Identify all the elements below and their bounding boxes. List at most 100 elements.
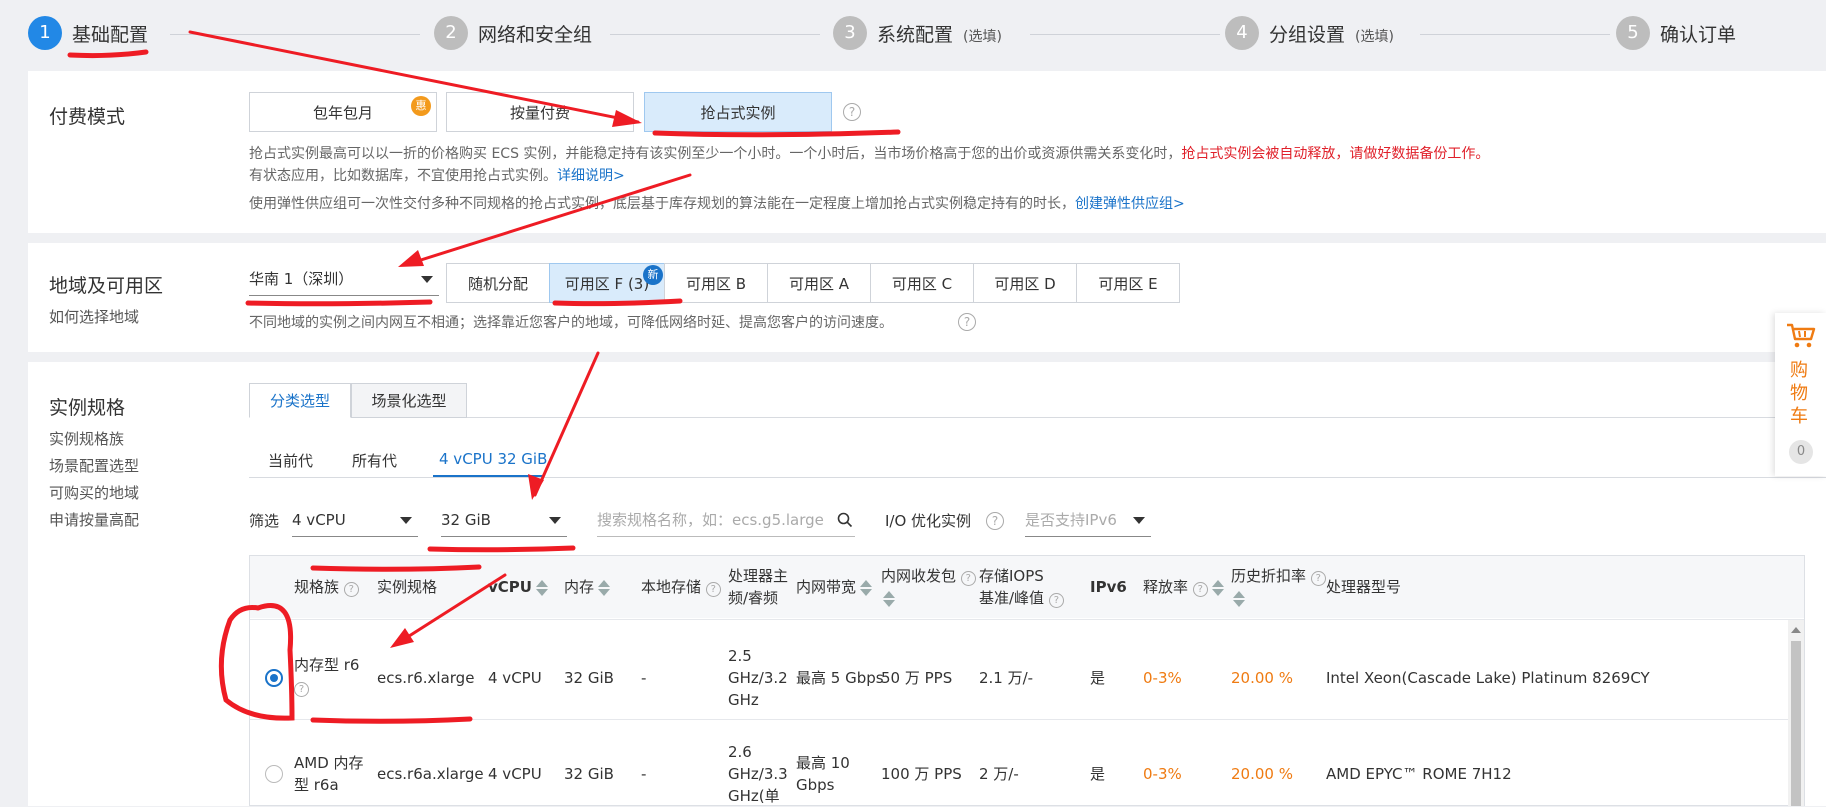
tab-category[interactable]: 分类选型: [249, 383, 351, 418]
ipv6-select[interactable]: 是否支持IPv6: [1025, 503, 1151, 537]
zone-b[interactable]: 可用区 B: [664, 263, 768, 303]
spec-link-quota[interactable]: 申请按量高配: [49, 509, 139, 530]
help-icon[interactable]: ?: [294, 682, 309, 697]
detail-link[interactable]: 详细说明>: [557, 168, 625, 184]
col-vcpu[interactable]: vCPU: [488, 576, 548, 598]
billing-desc-line3: 使用弹性供应组可一次性交付多种不同规格的抢占式实例，底层基于库存规划的算法能在一…: [249, 196, 1185, 212]
gen-tab-all[interactable]: 所有代: [352, 450, 397, 471]
tab-scene[interactable]: 场景化选型: [351, 383, 467, 418]
row-radio-r6a[interactable]: [265, 765, 283, 783]
zone-a[interactable]: 可用区 A: [767, 263, 871, 303]
zone-c[interactable]: 可用区 C: [870, 263, 974, 303]
col-pps[interactable]: 内网收发包 ?: [881, 565, 976, 609]
step-5-label[interactable]: 确认订单: [1660, 20, 1736, 47]
table-row-2-pps: 100 万 PPS: [881, 765, 962, 783]
step-3-circle[interactable]: 3: [833, 16, 867, 50]
help-icon[interactable]: ?: [343, 582, 359, 597]
billing-option-payg[interactable]: 按量付费: [446, 92, 634, 132]
create-supply-group-link[interactable]: 创建弹性供应组>: [1075, 196, 1185, 212]
sort-icon[interactable]: [598, 579, 611, 596]
spec-link-regions[interactable]: 可购买的地域: [49, 482, 139, 503]
io-optimized-label: I/O 优化实例: [885, 512, 972, 530]
col-bandwidth[interactable]: 内网带宽: [796, 576, 873, 598]
spec-card: 实例规格 实例规格族 场景配置选型 可购买的地域 申请按量高配 分类选型 场景化…: [28, 362, 1826, 806]
help-icon[interactable]: ?: [986, 512, 1004, 530]
help-icon[interactable]: ?: [1310, 571, 1326, 586]
help-icon[interactable]: ?: [1048, 593, 1064, 608]
region-desc: 不同地域的实例之间内网互不相通；选择靠近您客户的地域，可降低网络时延、提高您客户…: [249, 315, 893, 331]
col-ipv6[interactable]: IPv6: [1090, 576, 1127, 598]
sort-icon[interactable]: [1211, 579, 1224, 596]
step-2-circle[interactable]: 2: [434, 16, 468, 50]
step-divider: [170, 34, 420, 35]
table-row-1-local: -: [641, 669, 647, 687]
spec-link-family[interactable]: 实例规格族: [49, 428, 124, 449]
table-row-1-freq: 2.5 GHz/3.2 GHz: [728, 647, 788, 709]
scroll-up-icon[interactable]: [1791, 627, 1801, 633]
help-icon[interactable]: ?: [843, 103, 861, 121]
step-2-label[interactable]: 网络和安全组: [478, 20, 592, 47]
step-divider: [1030, 34, 1220, 35]
tab-border: [249, 417, 1826, 418]
billing-option-preemptible[interactable]: 抢占式实例: [644, 92, 832, 132]
cart-label-2: 物: [1790, 383, 1808, 404]
sort-icon[interactable]: [535, 579, 548, 596]
vcpu-select[interactable]: 4 vCPU: [292, 503, 418, 537]
scrollbar-thumb[interactable]: [1791, 641, 1801, 806]
steps-bar: 1 基础配置 2 网络和安全组 3 系统配置 (选填) 4 分组设置 (选填) 5 …: [0, 0, 1826, 66]
spec-search-input[interactable]: 搜索规格名称，如：ecs.g5.large: [597, 503, 855, 537]
sort-icon[interactable]: [860, 579, 873, 596]
region-help-link[interactable]: 如何选择地域: [49, 306, 139, 327]
region-select[interactable]: 华南 1（深圳）: [249, 262, 439, 296]
row-radio-r6[interactable]: [265, 669, 283, 687]
table-row-1-pps: 50 万 PPS: [881, 669, 953, 687]
region-title: 地域及可用区: [49, 275, 164, 297]
table-row-1-ipv6: 是: [1090, 669, 1106, 687]
step-5-circle[interactable]: 5: [1616, 16, 1650, 50]
sort-icon[interactable]: [883, 590, 895, 607]
region-card: 地域及可用区 如何选择地域 华南 1（深圳） 随机分配 可用区 F (3) 新 …: [28, 243, 1826, 352]
sort-icon[interactable]: [1233, 590, 1245, 607]
zone-e[interactable]: 可用区 E: [1076, 263, 1180, 303]
table-row-1-release: 0-3%: [1143, 669, 1182, 687]
help-icon[interactable]: ?: [705, 582, 721, 597]
table-row-2-memory: 32 GiB: [564, 765, 614, 783]
step-1-label[interactable]: 基础配置: [72, 20, 148, 47]
step-4-label[interactable]: 分组设置 (选填): [1269, 20, 1394, 47]
help-icon[interactable]: ?: [958, 313, 976, 331]
zone-d[interactable]: 可用区 D: [973, 263, 1077, 303]
col-spec[interactable]: 实例规格: [377, 576, 437, 598]
spec-link-scene[interactable]: 场景配置选型: [49, 455, 139, 476]
cart-label-3: 车: [1790, 406, 1808, 427]
col-memory[interactable]: 内存: [564, 576, 611, 598]
step-1-circle[interactable]: 1: [28, 16, 62, 50]
col-cpu-freq[interactable]: 处理器主 频/睿频: [728, 565, 788, 609]
step-4-circle[interactable]: 4: [1225, 16, 1259, 50]
col-family[interactable]: 规格族 ?: [294, 576, 359, 598]
zone-random[interactable]: 随机分配: [446, 263, 550, 303]
shopping-cart-panel[interactable]: 购 物 车 0: [1775, 313, 1826, 476]
col-iops[interactable]: 存储IOPS 基准/峰值 ?: [979, 565, 1064, 609]
spec-title: 实例规格: [49, 397, 126, 419]
col-discount[interactable]: 历史折扣率 ?: [1231, 565, 1326, 609]
col-local-storage[interactable]: 本地存储 ?: [641, 576, 721, 598]
col-release-rate[interactable]: 释放率 ?: [1143, 576, 1224, 598]
step-3-label[interactable]: 系统配置 (选填): [877, 20, 1002, 47]
table-row-1-memory: 32 GiB: [564, 669, 614, 687]
col-cpu-model[interactable]: 处理器型号: [1326, 576, 1401, 598]
gen-tab-current[interactable]: 当前代: [268, 450, 313, 471]
chevron-down-icon: [400, 517, 412, 524]
help-icon[interactable]: ?: [960, 571, 976, 586]
billing-option-subscription[interactable]: 包年包月: [249, 92, 437, 132]
help-icon[interactable]: ?: [1192, 582, 1208, 597]
cart-count-badge: 0: [1789, 440, 1813, 464]
table-row-2-iops: 2 万/-: [979, 765, 1019, 783]
chevron-down-icon: [1133, 517, 1145, 524]
search-icon[interactable]: [837, 512, 853, 528]
gen-tab-4c32g[interactable]: 4 vCPU 32 GiB: [439, 450, 547, 468]
discount-badge: 惠: [411, 96, 431, 116]
table-row-2-vcpu: 4 vCPU: [488, 765, 542, 783]
table-row-2-release: 0-3%: [1143, 765, 1182, 783]
active-tab-indicator: [433, 475, 543, 477]
memory-select[interactable]: 32 GiB: [441, 503, 567, 537]
